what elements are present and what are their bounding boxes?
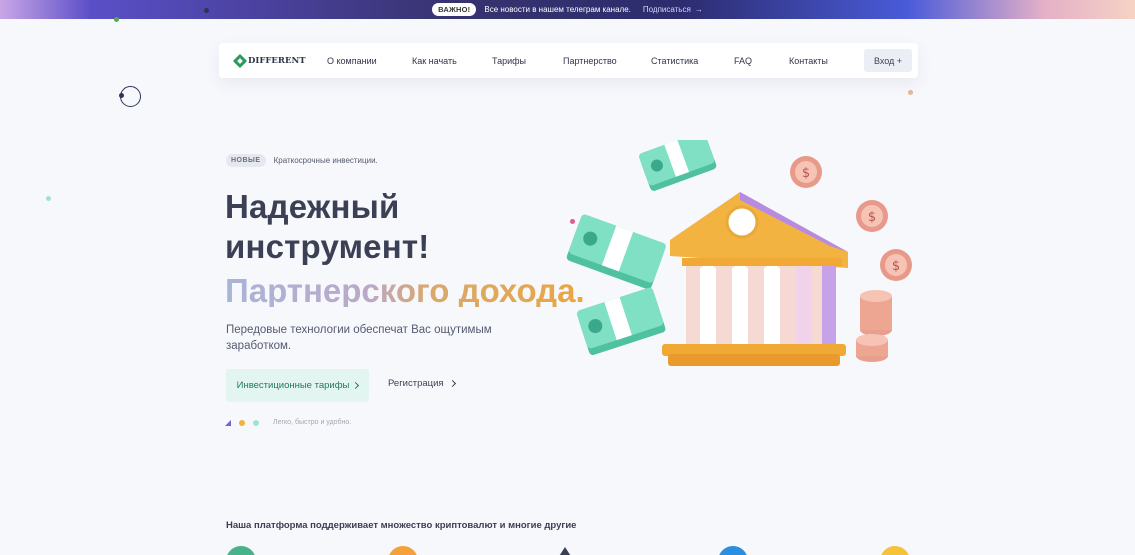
money-stack-icon (566, 214, 666, 290)
subscribe-link[interactable]: Подписаться → (643, 5, 703, 14)
decor-dot (204, 8, 209, 13)
platform-heading: Наша платформа поддерживает множество кр… (226, 520, 577, 531)
hero-gradient-title: Партнерского дохода. (225, 272, 585, 309)
login-button[interactable]: Вход + (864, 49, 912, 72)
decor-dot (119, 93, 124, 98)
svg-text:$: $ (802, 166, 810, 181)
decor-dot (908, 90, 913, 95)
important-badge: ВАЖНО! (432, 3, 477, 16)
registration-button[interactable]: Регистрация (388, 378, 456, 389)
registration-label: Регистрация (388, 378, 444, 389)
tagline-text: Краткосрочные инвестиции. (273, 156, 378, 165)
circle-icon (239, 419, 245, 426)
coin-green-icon (226, 546, 256, 555)
nav-item-tariffs[interactable]: Тарифы (492, 56, 526, 66)
triangle-icon (225, 419, 231, 426)
svg-text:$: $ (868, 210, 876, 225)
features-text: Легко, быстро и удобно. (273, 419, 352, 426)
nav-item-about[interactable]: О компании (327, 56, 377, 66)
hero-title-line2: инструмент! (225, 228, 430, 265)
investment-tariffs-label: Инвестиционные тарифы (236, 380, 350, 391)
decor-dot (114, 17, 119, 22)
decor-dot (46, 196, 51, 201)
bank-illustration: $ $ $ (566, 140, 912, 366)
hero-tagline: НОВЫЕ Краткосрочные инвестиции. (226, 154, 378, 167)
nav-item-contacts[interactable]: Контакты (789, 56, 828, 66)
chevron-right-icon (448, 379, 456, 388)
logo-text: DIFFERENT (248, 55, 306, 66)
hero-description: Передовые технологии обеспечат Вас ощути… (226, 324, 492, 352)
coin-blue-icon (718, 546, 748, 555)
nav-item-how-to-start[interactable]: Как начать (412, 56, 457, 66)
nav-item-faq[interactable]: FAQ (734, 56, 752, 66)
coin-dark-icon (556, 547, 574, 555)
money-stack-icon (576, 287, 666, 356)
circle-icon (253, 419, 259, 426)
coin-stack-icon (856, 290, 892, 362)
new-badge: НОВЫЕ (226, 154, 266, 167)
features-row: Легко, быстро и удобно. (225, 419, 351, 426)
dollar-coin-icon: $ (790, 156, 822, 188)
logo[interactable]: DIFFERENT (232, 53, 327, 68)
arrow-right-icon: → (694, 5, 703, 14)
announcement-bar: ВАЖНО! Все новости в нашем телеграм кана… (0, 0, 1135, 19)
logo-icon (232, 53, 248, 68)
bank-building-icon (662, 192, 848, 366)
nav-item-statistics[interactable]: Статистика (651, 56, 698, 66)
announcement-text: Все новости в нашем телеграм канале. (484, 5, 631, 14)
money-stack-icon (639, 140, 717, 191)
svg-text:$: $ (892, 259, 900, 274)
chevron-right-icon (352, 381, 360, 390)
dollar-coin-icon: $ (880, 249, 912, 281)
coin-yellow-icon (880, 546, 910, 555)
subscribe-link-label: Подписаться (642, 5, 691, 14)
hero-title-line1: Надежный (225, 188, 400, 225)
coin-orange-icon (388, 546, 418, 555)
nav-item-partnership[interactable]: Партнерство (563, 56, 617, 66)
main-nav: DIFFERENT О компании Как начать Тарифы П… (219, 43, 918, 78)
investment-tariffs-button[interactable]: Инвестиционные тарифы (226, 369, 369, 402)
dollar-coin-icon: $ (856, 200, 888, 232)
